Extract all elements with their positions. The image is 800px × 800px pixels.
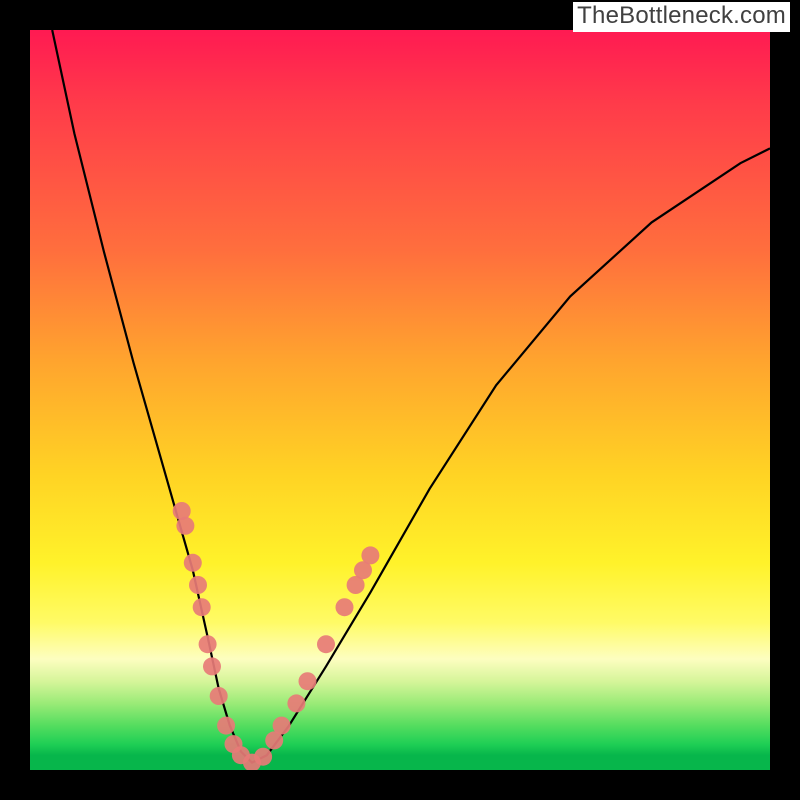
- curve-marker: [210, 687, 228, 705]
- bottleneck-curve: [52, 30, 770, 763]
- curve-marker: [203, 657, 221, 675]
- curve-marker: [199, 635, 217, 653]
- curve-marker: [254, 748, 272, 766]
- curve-marker: [189, 576, 207, 594]
- curve-marker: [176, 517, 194, 535]
- chart-frame: TheBottleneck.com: [0, 0, 800, 800]
- curve-marker: [193, 598, 211, 616]
- curve-marker: [299, 672, 317, 690]
- bottleneck-curve-svg: [30, 30, 770, 770]
- curve-marker: [184, 554, 202, 572]
- curve-marker: [217, 717, 235, 735]
- curve-marker: [287, 694, 305, 712]
- curve-marker: [336, 598, 354, 616]
- curve-marker: [317, 635, 335, 653]
- watermark-text: TheBottleneck.com: [573, 2, 790, 32]
- curve-markers: [173, 502, 380, 770]
- curve-marker: [361, 546, 379, 564]
- curve-marker: [273, 717, 291, 735]
- plot-area: [30, 30, 770, 770]
